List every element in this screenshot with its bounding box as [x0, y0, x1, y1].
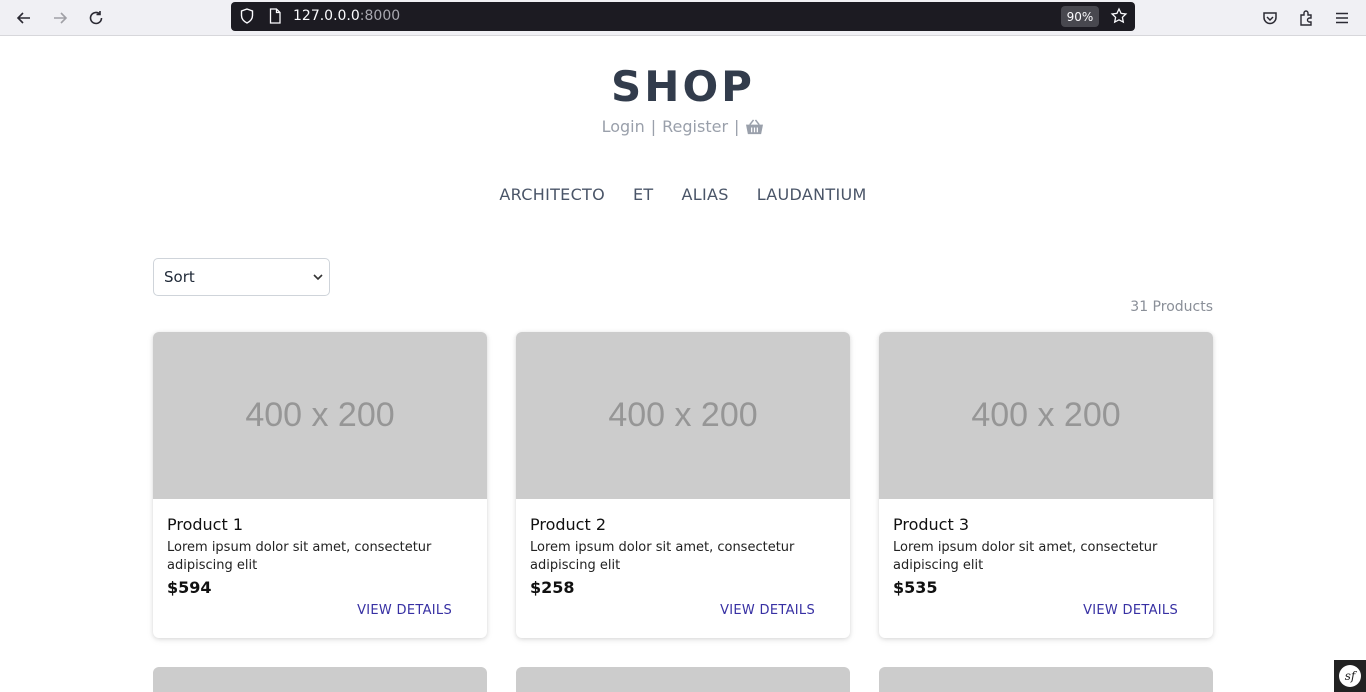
view-details-link[interactable]: VIEW DETAILS: [1083, 603, 1178, 618]
product-count: 31 Products: [1130, 299, 1213, 315]
product-description: Lorem ipsum dolor sit amet, consectetur …: [167, 540, 432, 573]
browser-toolbar: 127.0.0.0:8000 90%: [0, 0, 1366, 36]
back-icon[interactable]: [12, 6, 36, 30]
separator: |: [734, 117, 740, 136]
basket-icon[interactable]: [745, 118, 764, 136]
page-icon[interactable]: [263, 4, 287, 28]
menu-icon[interactable]: [1330, 6, 1354, 30]
zoom-level[interactable]: 90%: [1061, 6, 1099, 27]
product-image-placeholder[interactable]: 400 x 200: [153, 332, 487, 499]
reload-icon[interactable]: [84, 6, 108, 30]
register-link[interactable]: Register: [662, 117, 728, 136]
nav-item-et[interactable]: ET: [619, 185, 667, 204]
product-image-placeholder[interactable]: 400 x 200: [879, 332, 1213, 499]
product-price: $535: [893, 578, 938, 597]
nav-item-laudantium[interactable]: LAUDANTIUM: [743, 185, 881, 204]
sort-select-value: Sort: [164, 268, 195, 286]
separator: |: [650, 117, 657, 136]
url-bar[interactable]: 127.0.0.0:8000 90%: [231, 2, 1135, 31]
sort-select[interactable]: Sort: [153, 258, 330, 296]
auth-links: Login | Register |: [0, 117, 1366, 136]
view-details-link[interactable]: VIEW DETAILS: [720, 603, 815, 618]
product-card: 400 x 200 Product 2 Lorem ipsum dolor si…: [516, 332, 850, 638]
product-name[interactable]: Product 1: [167, 515, 473, 534]
product-price: $594: [167, 578, 212, 597]
product-card: 400 x 200 Product 1 Lorem ipsum dolor si…: [153, 332, 487, 638]
nav-item-architecto[interactable]: ARCHITECTO: [485, 185, 619, 204]
product-description: Lorem ipsum dolor sit amet, consectetur …: [893, 540, 1158, 573]
category-nav: ARCHITECTO ET ALIAS LAUDANTIUM: [0, 185, 1366, 204]
star-icon[interactable]: [1107, 4, 1131, 28]
product-card-partial[interactable]: [153, 667, 487, 692]
view-details-link[interactable]: VIEW DETAILS: [357, 603, 452, 618]
shield-icon[interactable]: [235, 4, 259, 28]
site-title[interactable]: SHOP: [0, 62, 1366, 111]
symfony-logo-icon: sf: [1339, 665, 1361, 687]
product-image-placeholder[interactable]: 400 x 200: [516, 332, 850, 499]
product-price: $258: [530, 578, 575, 597]
product-card: 400 x 200 Product 3 Lorem ipsum dolor si…: [879, 332, 1213, 638]
nav-item-alias[interactable]: ALIAS: [668, 185, 743, 204]
product-description: Lorem ipsum dolor sit amet, consectetur …: [530, 540, 795, 573]
pocket-icon[interactable]: [1258, 6, 1282, 30]
product-name[interactable]: Product 2: [530, 515, 836, 534]
url-text[interactable]: 127.0.0.0:8000: [293, 8, 400, 24]
product-card-partial[interactable]: [879, 667, 1213, 692]
chevron-down-icon: [313, 274, 323, 281]
login-link[interactable]: Login: [602, 117, 645, 136]
product-name[interactable]: Product 3: [893, 515, 1199, 534]
extensions-icon[interactable]: [1294, 6, 1318, 30]
product-card-partial[interactable]: [516, 667, 850, 692]
forward-icon[interactable]: [48, 6, 72, 30]
symfony-toolbar-toggle[interactable]: sf: [1334, 660, 1366, 692]
